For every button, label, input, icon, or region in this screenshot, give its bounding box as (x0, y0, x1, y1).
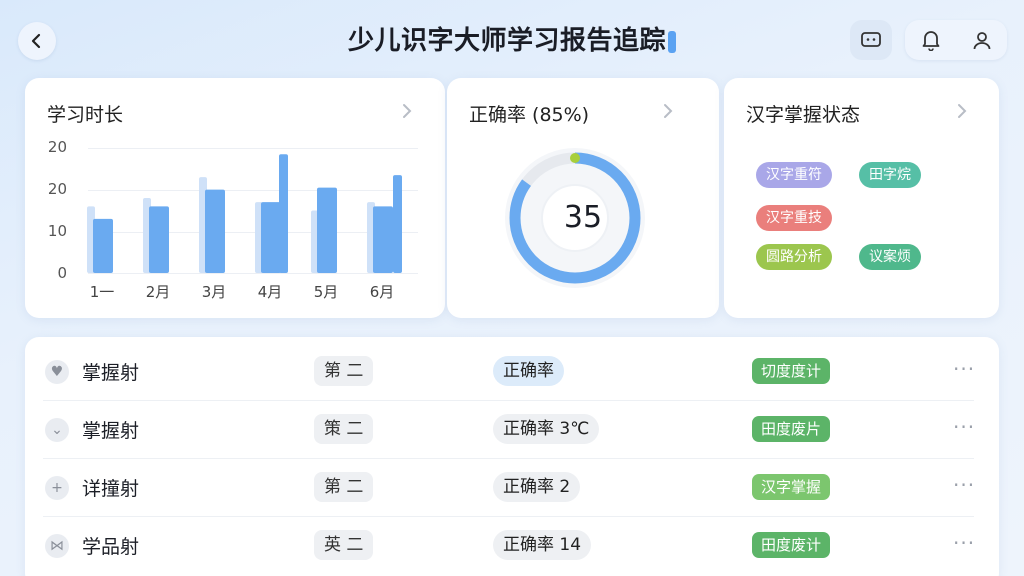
status-badge: 田度废片 (752, 416, 831, 442)
app-window: 少儿识字大师学习报告追踪 学习时长 20 20 10 0 1一 2月 3月 4月… (0, 0, 1024, 576)
rank-badge: 第 二 (314, 472, 374, 502)
more-menu-icon[interactable]: ··· (953, 415, 975, 439)
item-name: 详撞射 (82, 478, 140, 500)
accuracy-center-value: 35 (563, 200, 603, 235)
item-name: 掌握射 (82, 362, 140, 384)
card-title: 汉字掌握状态 (746, 104, 861, 126)
bar (317, 187, 337, 273)
mastery-tag[interactable]: 议案烦 (859, 244, 921, 270)
mastery-tag[interactable]: 汉字重符 (756, 162, 832, 188)
x-tick-label: 6月 (369, 283, 395, 301)
bell-button[interactable] (916, 25, 946, 55)
chevron-right-icon[interactable] (956, 102, 968, 120)
mastery-tag[interactable]: 田字烷 (859, 162, 921, 188)
more-menu-icon[interactable]: ··· (953, 357, 975, 381)
x-tick-label: 4月 (257, 283, 283, 301)
header-actions (905, 20, 1007, 60)
list-item[interactable]: ⋈ 学品射 英 二 正确率 14 田度废计 ··· (25, 517, 999, 575)
bar (373, 206, 393, 273)
chat-icon (861, 32, 881, 47)
status-badge: 田度废计 (752, 532, 831, 558)
mastery-tag[interactable]: 汉字重技 (756, 205, 832, 231)
status-badge: 切度度计 (752, 358, 831, 384)
record-list: ♥ 掌握射 第 二 正确率 切度度计 ··· ⌄ 掌握射 策 二 正确率 3℃ … (25, 337, 999, 576)
more-menu-icon[interactable]: ··· (953, 473, 975, 497)
bar (261, 202, 281, 273)
bar (149, 206, 169, 273)
plus-icon: + (45, 476, 69, 500)
list-item[interactable]: ⌄ 掌握射 策 二 正确率 3℃ 田度废片 ··· (25, 401, 999, 459)
accuracy-badge: 正确率 3℃ (493, 414, 600, 444)
x-tick-label: 2月 (145, 283, 171, 301)
mastery-tag[interactable]: 圆路分析 (756, 244, 832, 270)
list-item[interactable]: + 详撞射 第 二 正确率 2 汉字掌握 ··· (25, 459, 999, 517)
rank-badge: 英 二 (314, 530, 374, 560)
user-button[interactable] (967, 25, 997, 55)
bar (279, 154, 288, 273)
more-menu-icon[interactable]: ··· (953, 531, 975, 555)
heart-icon: ♥ (45, 360, 69, 384)
accuracy-badge: 正确率 2 (493, 472, 581, 502)
chat-button[interactable] (850, 20, 892, 60)
text-cursor (668, 30, 676, 53)
accuracy-ring (505, 148, 645, 288)
item-name: 掌握射 (82, 420, 140, 442)
bar (93, 218, 113, 273)
bell-icon (922, 31, 939, 51)
accuracy-badge: 正确率 14 (493, 530, 592, 560)
ring-marker (570, 153, 580, 163)
x-tick-label: 1一 (89, 283, 115, 301)
mastery-card[interactable]: 汉字掌握状态 汉字重符 田字烷 汉字重技 圆路分析 议案烦 (724, 78, 999, 318)
x-tick-label: 3月 (201, 283, 227, 301)
item-name: 学品射 (82, 536, 140, 558)
status-badge: 汉字掌握 (752, 474, 831, 500)
chevron-down-icon: ⌄ (45, 418, 69, 442)
x-tick-label: 5月 (313, 283, 339, 301)
rank-badge: 第 二 (314, 356, 374, 386)
link-icon: ⋈ (45, 534, 69, 558)
accuracy-card[interactable]: 正确率 (85%) 35 (447, 78, 719, 318)
study-time-card[interactable]: 学习时长 20 20 10 0 1一 2月 3月 4月 5月 6月 (25, 78, 445, 318)
user-icon (973, 32, 990, 50)
bar (393, 175, 402, 273)
list-item[interactable]: ♥ 掌握射 第 二 正确率 切度度计 ··· (25, 343, 999, 401)
rank-badge: 策 二 (314, 414, 374, 444)
accuracy-badge: 正确率 (493, 356, 564, 386)
bar (205, 189, 225, 273)
